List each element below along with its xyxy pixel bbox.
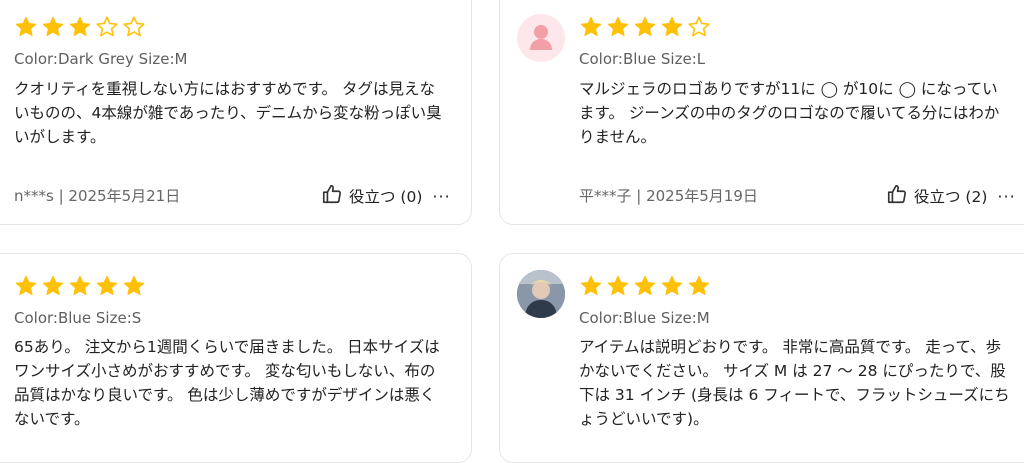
star-filled-icon — [42, 16, 64, 37]
star-filled-icon — [42, 275, 64, 296]
helpful-button[interactable]: 役立つ (0) ··· — [321, 183, 451, 209]
star-filled-icon — [661, 16, 683, 37]
review-card-1: Color:Dark Grey Size:M クオリティを重視しない方にはおすす… — [0, 0, 472, 225]
helpful-button[interactable]: 役立つ (2) ··· — [886, 183, 1016, 209]
star-filled-icon — [15, 16, 37, 37]
star-filled-icon — [15, 275, 37, 296]
star-filled-icon — [580, 16, 602, 37]
helpful-label: 役立つ (0) — [349, 188, 423, 206]
user-photo-avatar — [517, 270, 565, 318]
review-text: クオリティを重視しない方にはおすすめです。 タグは見えないものの、4本線が雑であ… — [14, 80, 442, 146]
rating-stars — [14, 15, 146, 39]
star-empty-icon — [123, 16, 145, 37]
review-text: アイテムは説明どおりです。 非常に高品質です。 走って、歩かないでください。 サ… — [579, 338, 1010, 428]
star-filled-icon — [634, 275, 656, 296]
rating-stars — [579, 15, 711, 39]
star-empty-icon — [688, 16, 710, 37]
review-text: マルジェラのロゴありですが11に ◯ が10に ◯ になっています。 ジーンズの… — [579, 80, 1000, 146]
star-filled-icon — [661, 275, 683, 296]
star-filled-icon — [607, 16, 629, 37]
star-filled-icon — [634, 16, 656, 37]
review-author-date: n***s | 2025年5月21日 — [14, 187, 181, 205]
review-variant: Color:Dark Grey Size:M — [14, 50, 188, 68]
thumbs-up-icon — [886, 183, 908, 209]
star-empty-icon — [96, 16, 118, 37]
helpful-label: 役立つ (2) — [914, 188, 988, 206]
more-options-icon[interactable]: ··· — [432, 187, 450, 206]
review-variant: Color:Blue Size:L — [579, 50, 706, 68]
review-variant: Color:Blue Size:S — [14, 309, 142, 327]
review-card-3: Color:Blue Size:S 65あり。 注文から1週間くらいで届きました… — [0, 253, 472, 463]
default-user-avatar — [517, 14, 565, 62]
more-options-icon[interactable]: ··· — [997, 187, 1015, 206]
thumbs-up-icon — [321, 183, 343, 209]
rating-stars — [14, 274, 146, 298]
rating-stars — [579, 274, 711, 298]
star-filled-icon — [96, 275, 118, 296]
review-author-date: 平***子 | 2025年5月19日 — [579, 187, 758, 205]
star-filled-icon — [123, 275, 145, 296]
star-filled-icon — [580, 275, 602, 296]
star-filled-icon — [69, 16, 91, 37]
review-variant: Color:Blue Size:M — [579, 309, 710, 327]
review-card-2: Color:Blue Size:L マルジェラのロゴありですが11に ◯ が10… — [499, 0, 1024, 225]
review-card-4: Color:Blue Size:M アイテムは説明どおりです。 非常に高品質です… — [499, 253, 1024, 463]
review-text: 65あり。 注文から1週間くらいで届きました。 日本サイズはワンサイズ小さめがお… — [14, 338, 440, 428]
star-filled-icon — [688, 275, 710, 296]
star-filled-icon — [607, 275, 629, 296]
star-filled-icon — [69, 275, 91, 296]
